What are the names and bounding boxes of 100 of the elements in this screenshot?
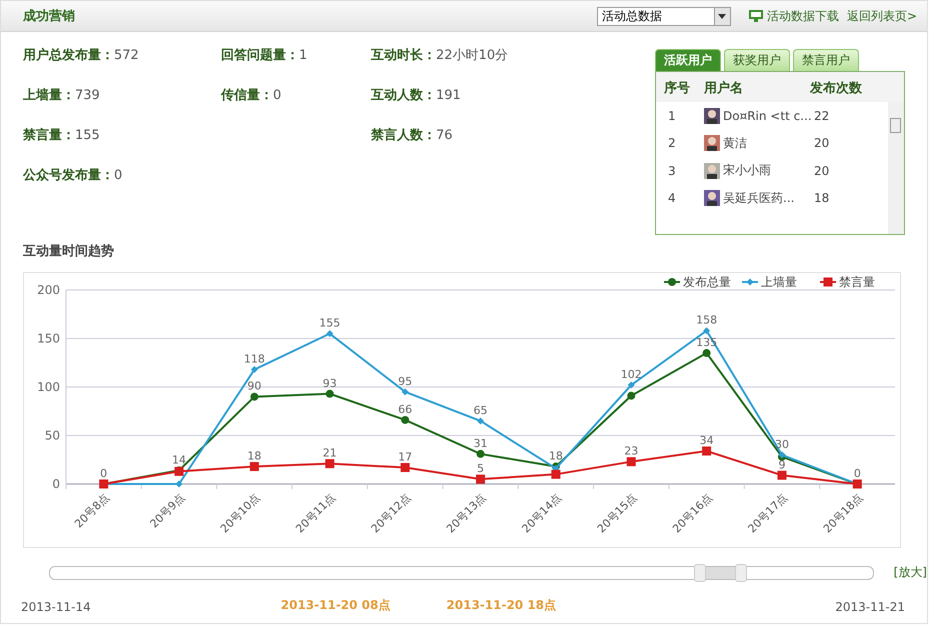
axis-label: 100	[37, 380, 60, 394]
data-point	[703, 327, 710, 334]
data-label: 23	[624, 444, 638, 458]
data-label: 102	[620, 368, 642, 382]
chart-title: 互动量时间趋势	[23, 243, 115, 260]
legend-marker	[742, 278, 758, 286]
data-point	[401, 416, 410, 424]
monitor-icon	[748, 10, 763, 22]
data-label: 34	[700, 434, 714, 448]
range-slider[interactable]	[49, 566, 874, 580]
legend-marker	[820, 278, 836, 286]
end-date: 2013-11-21	[835, 600, 905, 614]
axis-label: 150	[37, 332, 60, 346]
axis-label: 200	[37, 283, 60, 297]
data-label: 14	[172, 453, 186, 466]
slider-handle[interactable]	[735, 564, 747, 582]
data-point	[627, 392, 636, 400]
data-label: 31	[474, 436, 488, 450]
data-point	[626, 457, 636, 466]
count-cell-text: 20	[814, 136, 830, 150]
data-point	[326, 390, 334, 398]
scrollbar[interactable]	[888, 102, 904, 234]
data-point	[777, 470, 786, 480]
data-point	[250, 366, 258, 374]
axis-label: 20号13点	[444, 490, 489, 536]
data-point	[402, 388, 409, 396]
count-cell-text: 18	[814, 191, 830, 206]
data-label: 118	[244, 352, 265, 366]
data-point	[477, 417, 484, 424]
stat-value: 1	[299, 48, 308, 63]
data-label: 66	[398, 402, 412, 416]
data-select[interactable]: 活动总数据	[596, 6, 731, 26]
data-point	[476, 450, 484, 458]
user-name: 吴延兵医药...	[723, 190, 794, 207]
stat-value: 572	[114, 48, 139, 63]
data-point	[325, 459, 334, 468]
data-point	[250, 392, 258, 401]
data-label: 93	[322, 376, 337, 390]
axis-label: 20号18点	[820, 490, 866, 536]
user-name: 宋小小雨	[723, 162, 771, 180]
data-label: 18	[548, 450, 563, 463]
back-link[interactable]: 返回列表页>	[846, 8, 917, 24]
rank-cell-text: 3	[668, 164, 677, 178]
axis-label: 20号15点	[594, 490, 640, 536]
data-point	[551, 470, 560, 479]
tab[interactable]: 活跃用户	[655, 49, 721, 71]
stat-value: 76	[436, 128, 453, 143]
data-label: 158	[696, 314, 718, 327]
legend-label: 上墙量	[761, 275, 797, 289]
column-header: 序号	[664, 80, 691, 98]
stat-value: 739	[75, 88, 100, 103]
legend-label: 发布总量	[683, 275, 731, 289]
stat-label: 传信量：	[221, 88, 273, 103]
legend-label: 禁言量	[839, 275, 875, 289]
user-name: 黄洁	[723, 134, 747, 152]
caret-icon	[718, 14, 726, 18]
axis-label: 50	[44, 428, 60, 442]
slider-handle[interactable]	[694, 564, 706, 582]
stat-value: 155	[75, 128, 100, 143]
data-label: 65	[474, 404, 488, 417]
data-point	[628, 382, 635, 389]
axis-label: 20号14点	[519, 490, 564, 536]
data-point	[176, 480, 183, 488]
data-point	[702, 446, 712, 456]
axis-label: 20号17点	[746, 490, 790, 536]
stat-label: 禁言量：	[23, 128, 75, 143]
stat-value: 191	[436, 88, 461, 103]
stat-label: 用户总发布量：	[23, 48, 114, 63]
count-cell-text: 22	[814, 108, 830, 123]
range-start-label: 2013-11-20 08点	[280, 597, 390, 614]
rank-cell-text: 2	[668, 136, 677, 150]
stat-label: 上墙量：	[23, 88, 75, 103]
axis-label: 0	[52, 477, 60, 491]
stat-value: 22小时10分	[436, 48, 508, 63]
data-label: 17	[398, 450, 412, 464]
tab[interactable]: 禁言用户	[793, 49, 859, 71]
axis-label: 20号10点	[218, 490, 263, 536]
user-name: Do¤Rin <tt c...	[723, 108, 812, 123]
stat-value: 0	[114, 168, 122, 183]
data-point	[702, 349, 711, 358]
data-label: 5	[477, 462, 484, 476]
download-link[interactable]: 活动数据下载	[748, 8, 839, 24]
column-header: 用户名	[704, 80, 744, 98]
data-label: 0	[854, 467, 861, 480]
axis-label: 20号9点	[148, 490, 188, 531]
data-label: 9	[778, 458, 786, 472]
count-cell-text: 20	[814, 164, 830, 178]
data-point	[476, 474, 485, 484]
data-label: 155	[319, 316, 340, 330]
zoom-link[interactable]: [放大]	[894, 564, 927, 581]
stat-label: 禁言人数：	[371, 128, 436, 143]
axis-label: 20号12点	[368, 490, 414, 536]
data-label: 21	[322, 446, 337, 460]
data-point	[174, 466, 184, 476]
tab[interactable]: 获奖用户	[724, 49, 790, 71]
stat-label: 公众号发布量：	[23, 168, 114, 183]
page-title: 成功营销	[23, 8, 76, 25]
rank-cell-text: 4	[668, 191, 677, 206]
axis-label: 20号16点	[670, 490, 715, 536]
stat-label: 互动时长：	[371, 48, 436, 63]
